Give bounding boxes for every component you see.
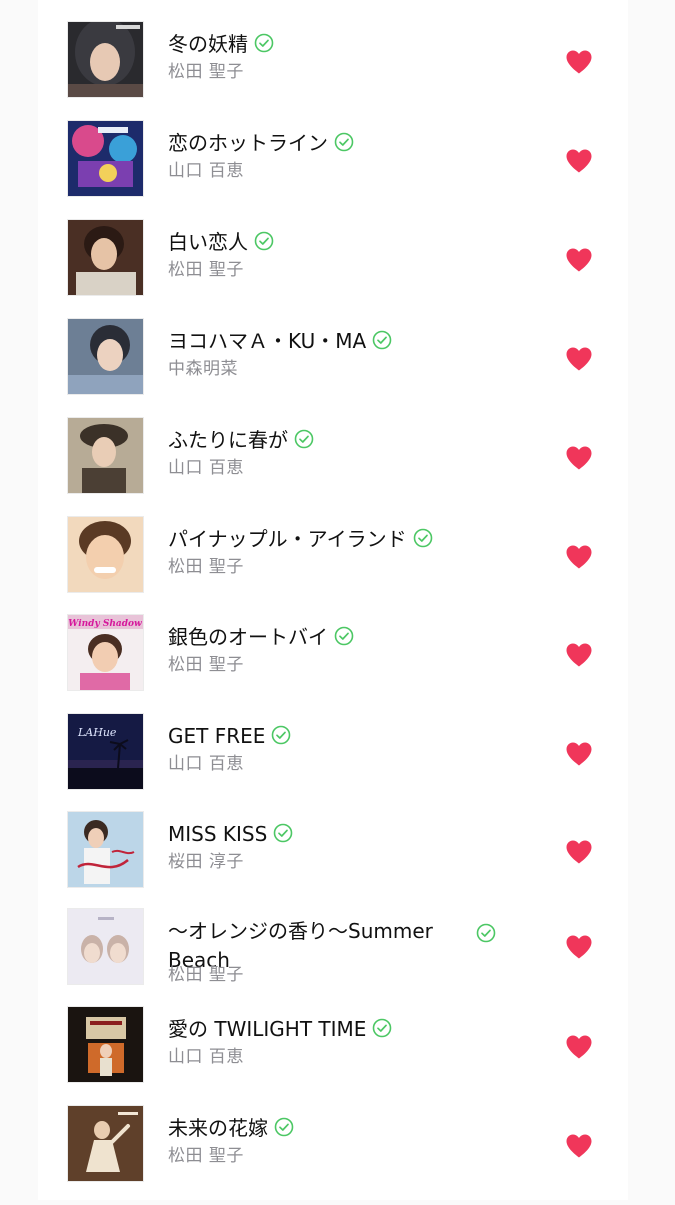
heart-icon[interactable] [565, 642, 593, 668]
artist-name: 松田 聖子 [168, 260, 244, 280]
song-row[interactable]: 未来の花嫁 松田 聖子 [38, 1106, 628, 1205]
album-cover: LAHue [68, 714, 143, 789]
song-title: ヨコハマＡ・KU・MA [168, 329, 367, 353]
artist-name: 山口 百恵 [168, 1047, 244, 1067]
verified-check-icon [334, 132, 354, 152]
verified-check-icon [271, 725, 291, 745]
cover-title-text: LAHue [77, 726, 117, 739]
artist-name: 松田 聖子 [168, 965, 244, 985]
song-row[interactable]: ふたりに春が 山口 百恵 [38, 418, 628, 517]
song-row[interactable]: Windy Shadow 銀色のオートバイ 松田 聖子 [38, 615, 628, 714]
verified-check-icon [476, 923, 496, 943]
heart-icon[interactable] [565, 1034, 593, 1060]
verified-check-icon [254, 231, 274, 251]
song-row[interactable]: 冬の妖精 松田 聖子 [38, 22, 628, 121]
song-title: 未来の花嫁 [168, 1116, 268, 1140]
artist-name: 中森明菜 [168, 359, 238, 379]
album-cover [68, 418, 143, 493]
verified-check-icon [274, 1117, 294, 1137]
song-row[interactable]: ～オレンジの香り～Summer Beach 松田 聖子 [38, 909, 628, 1008]
song-row[interactable]: ヨコハマＡ・KU・MA 中森明菜 [38, 319, 628, 418]
cover-title-text: Windy Shadow [68, 619, 142, 629]
heart-icon[interactable] [565, 1133, 593, 1159]
album-cover [68, 220, 143, 295]
verified-check-icon [372, 330, 392, 350]
song-title: ふたりに春が [168, 428, 288, 452]
album-cover [68, 812, 143, 887]
album-cover [68, 909, 143, 984]
album-cover [68, 1106, 143, 1181]
heart-icon[interactable] [565, 934, 593, 960]
heart-icon[interactable] [565, 346, 593, 372]
verified-check-icon [372, 1018, 392, 1038]
song-row[interactable]: LAHue GET FREE 山口 百恵 [38, 714, 628, 813]
heart-icon[interactable] [565, 741, 593, 767]
song-row[interactable]: 白い恋人 松田 聖子 [38, 220, 628, 319]
album-cover [68, 319, 143, 394]
verified-check-icon [294, 429, 314, 449]
song-row[interactable]: MISS KISS 桜田 淳子 [38, 812, 628, 911]
artist-name: 松田 聖子 [168, 557, 244, 577]
artist-name: 山口 百恵 [168, 754, 244, 774]
verified-check-icon [273, 823, 293, 843]
heart-icon[interactable] [565, 445, 593, 471]
artist-name: 松田 聖子 [168, 655, 244, 675]
artist-name: 松田 聖子 [168, 62, 244, 82]
song-row[interactable]: 恋のホットライン 山口 百恵 [38, 121, 628, 220]
artist-name: 桜田 淳子 [168, 852, 244, 872]
heart-icon[interactable] [565, 49, 593, 75]
heart-icon[interactable] [565, 839, 593, 865]
song-row[interactable]: パイナップル・アイランド 松田 聖子 [38, 517, 628, 616]
song-title: 恋のホットライン [168, 131, 328, 155]
verified-check-icon [413, 528, 433, 548]
artist-name: 山口 百恵 [168, 458, 244, 478]
artist-name: 山口 百恵 [168, 161, 244, 181]
song-title: 銀色のオートバイ [168, 625, 328, 649]
song-title: 愛の TWILIGHT TIME [168, 1017, 367, 1041]
heart-icon[interactable] [565, 247, 593, 273]
heart-icon[interactable] [565, 148, 593, 174]
verified-check-icon [334, 626, 354, 646]
song-title: 白い恋人 [168, 230, 248, 254]
song-row[interactable]: 愛の TWILIGHT TIME 山口 百恵 [38, 1007, 628, 1106]
song-list: 冬の妖精 松田 聖子 恋のホットライン 山口 百恵 白い恋人 松田 聖子 ヨコハ… [38, 0, 628, 1200]
album-cover [68, 121, 143, 196]
heart-icon[interactable] [565, 544, 593, 570]
album-cover [68, 22, 143, 97]
artist-name: 松田 聖子 [168, 1146, 244, 1166]
album-cover: Windy Shadow [68, 615, 143, 690]
verified-check-icon [254, 33, 274, 53]
song-title: GET FREE [168, 724, 266, 748]
album-cover [68, 1007, 143, 1082]
album-cover [68, 517, 143, 592]
song-title: MISS KISS [168, 822, 268, 846]
song-title: 冬の妖精 [168, 32, 248, 56]
song-title: パイナップル・アイランド [168, 527, 407, 551]
